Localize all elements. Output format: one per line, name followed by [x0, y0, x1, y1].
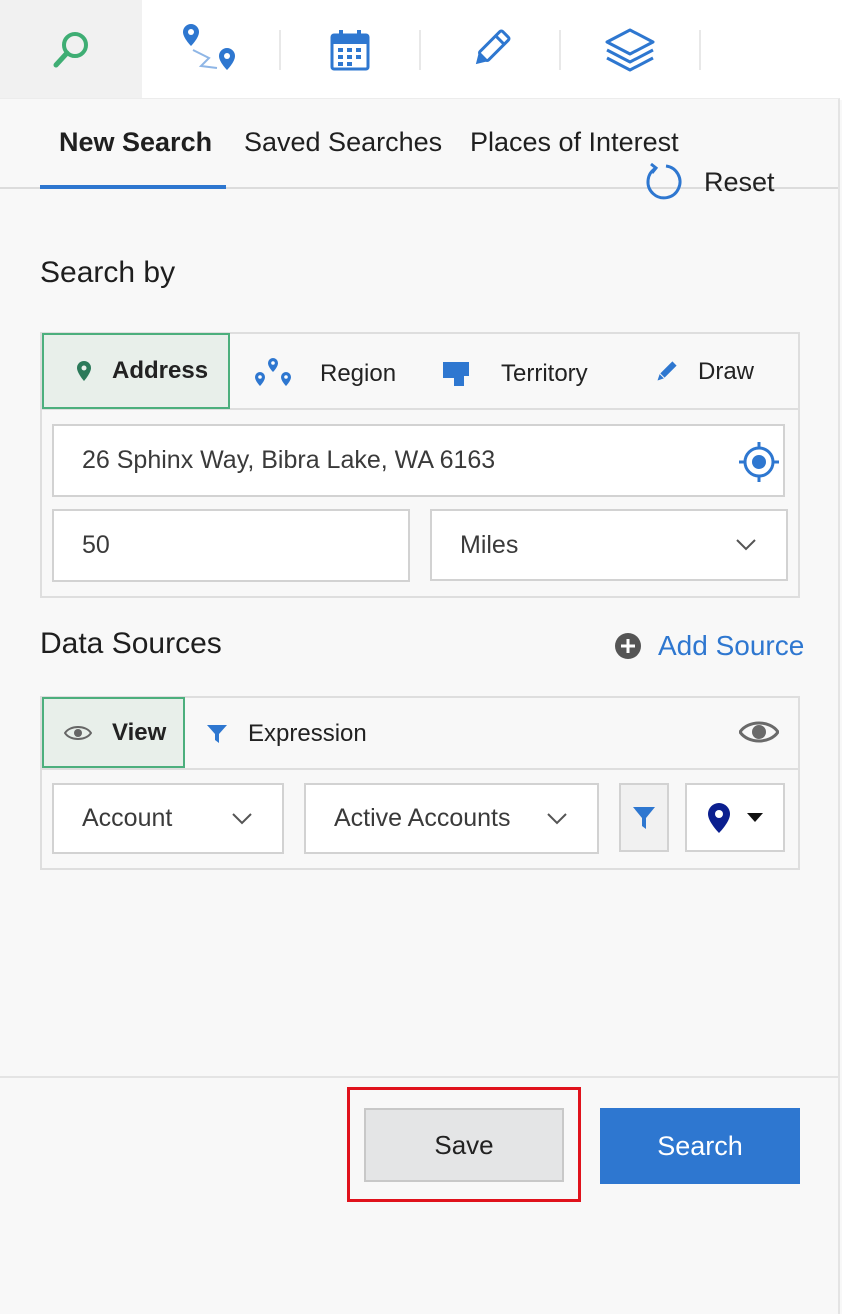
mode-region[interactable]: Region [254, 354, 396, 394]
entity-select[interactable]: Account [52, 783, 284, 854]
search-icon [53, 32, 88, 68]
mode-expression[interactable]: Expression [206, 714, 367, 754]
reset-label: Reset [704, 166, 775, 197]
chevron-down-icon [736, 539, 756, 551]
data-sources-heading: Data Sources [40, 627, 222, 660]
unit-select[interactable]: Miles [430, 509, 788, 581]
filter-icon [633, 806, 655, 829]
route-icon [183, 24, 235, 70]
layers-icon [605, 28, 655, 72]
address-input-value: 26 Sphinx Way, Bibra Lake, WA 6163 [82, 446, 496, 474]
calendar-icon [330, 30, 370, 71]
add-source-button[interactable]: Add Source [614, 625, 804, 667]
map-pin-icon [77, 361, 91, 381]
toolbar-route-button[interactable] [142, 0, 280, 100]
mode-address-label: Address [112, 357, 209, 384]
unit-select-value: Miles [460, 530, 519, 559]
reset-icon [646, 162, 682, 200]
toolbar-separator [699, 30, 701, 70]
tab-saved-searches[interactable]: Saved Searches [244, 127, 442, 158]
toolbar-calendar-button[interactable] [281, 0, 419, 100]
filter-icon [207, 725, 227, 743]
eye-icon [64, 725, 92, 740]
chevron-down-icon [232, 812, 252, 824]
mode-region-label: Region [320, 360, 397, 387]
map-pin-icon [708, 802, 730, 833]
toolbar-layers-button[interactable] [561, 0, 699, 100]
top-toolbar [0, 0, 842, 100]
visibility-eye-icon[interactable] [739, 718, 779, 746]
search-by-heading: Search by [40, 256, 176, 289]
filter-button[interactable] [619, 783, 669, 852]
mode-draw[interactable]: Draw [654, 352, 754, 392]
add-source-label: Add Source [658, 630, 805, 661]
chevron-down-icon [547, 812, 567, 824]
multi-pin-icon [255, 358, 291, 386]
mode-view-label: View [112, 718, 167, 746]
view-select[interactable]: Active Accounts [304, 783, 599, 854]
plus-circle-icon [615, 633, 641, 659]
mode-address[interactable]: Address [42, 333, 230, 409]
save-button[interactable]: Save [364, 1108, 564, 1182]
radius-input-value: 50 [82, 531, 110, 559]
mode-view[interactable]: View [42, 697, 185, 768]
radius-input[interactable]: 50 [52, 509, 410, 582]
mode-territory-label: Territory [501, 360, 588, 387]
locate-icon[interactable] [737, 440, 781, 484]
pin-color-dropdown[interactable] [685, 783, 785, 852]
mode-draw-label: Draw [698, 358, 755, 385]
active-tab-indicator [40, 185, 226, 189]
entity-select-value: Account [82, 804, 173, 832]
mode-expression-label: Expression [248, 720, 367, 747]
territory-icon [443, 362, 469, 386]
tab-new-search[interactable]: New Search [59, 127, 212, 158]
caret-down-icon [747, 812, 763, 822]
mode-territory[interactable]: Territory [442, 354, 588, 394]
pencil-icon [475, 29, 511, 65]
view-select-value: Active Accounts [334, 804, 511, 832]
address-input[interactable]: 26 Sphinx Way, Bibra Lake, WA 6163 [52, 424, 785, 497]
source-divider [42, 768, 798, 770]
pencil-icon [657, 361, 677, 381]
reset-button[interactable]: Reset [644, 160, 775, 204]
tab-places-of-interest[interactable]: Places of Interest [470, 127, 679, 158]
toolbar-search-button[interactable] [0, 0, 142, 100]
search-button[interactable]: Search [600, 1108, 800, 1184]
toolbar-pencil-button[interactable] [421, 0, 559, 100]
